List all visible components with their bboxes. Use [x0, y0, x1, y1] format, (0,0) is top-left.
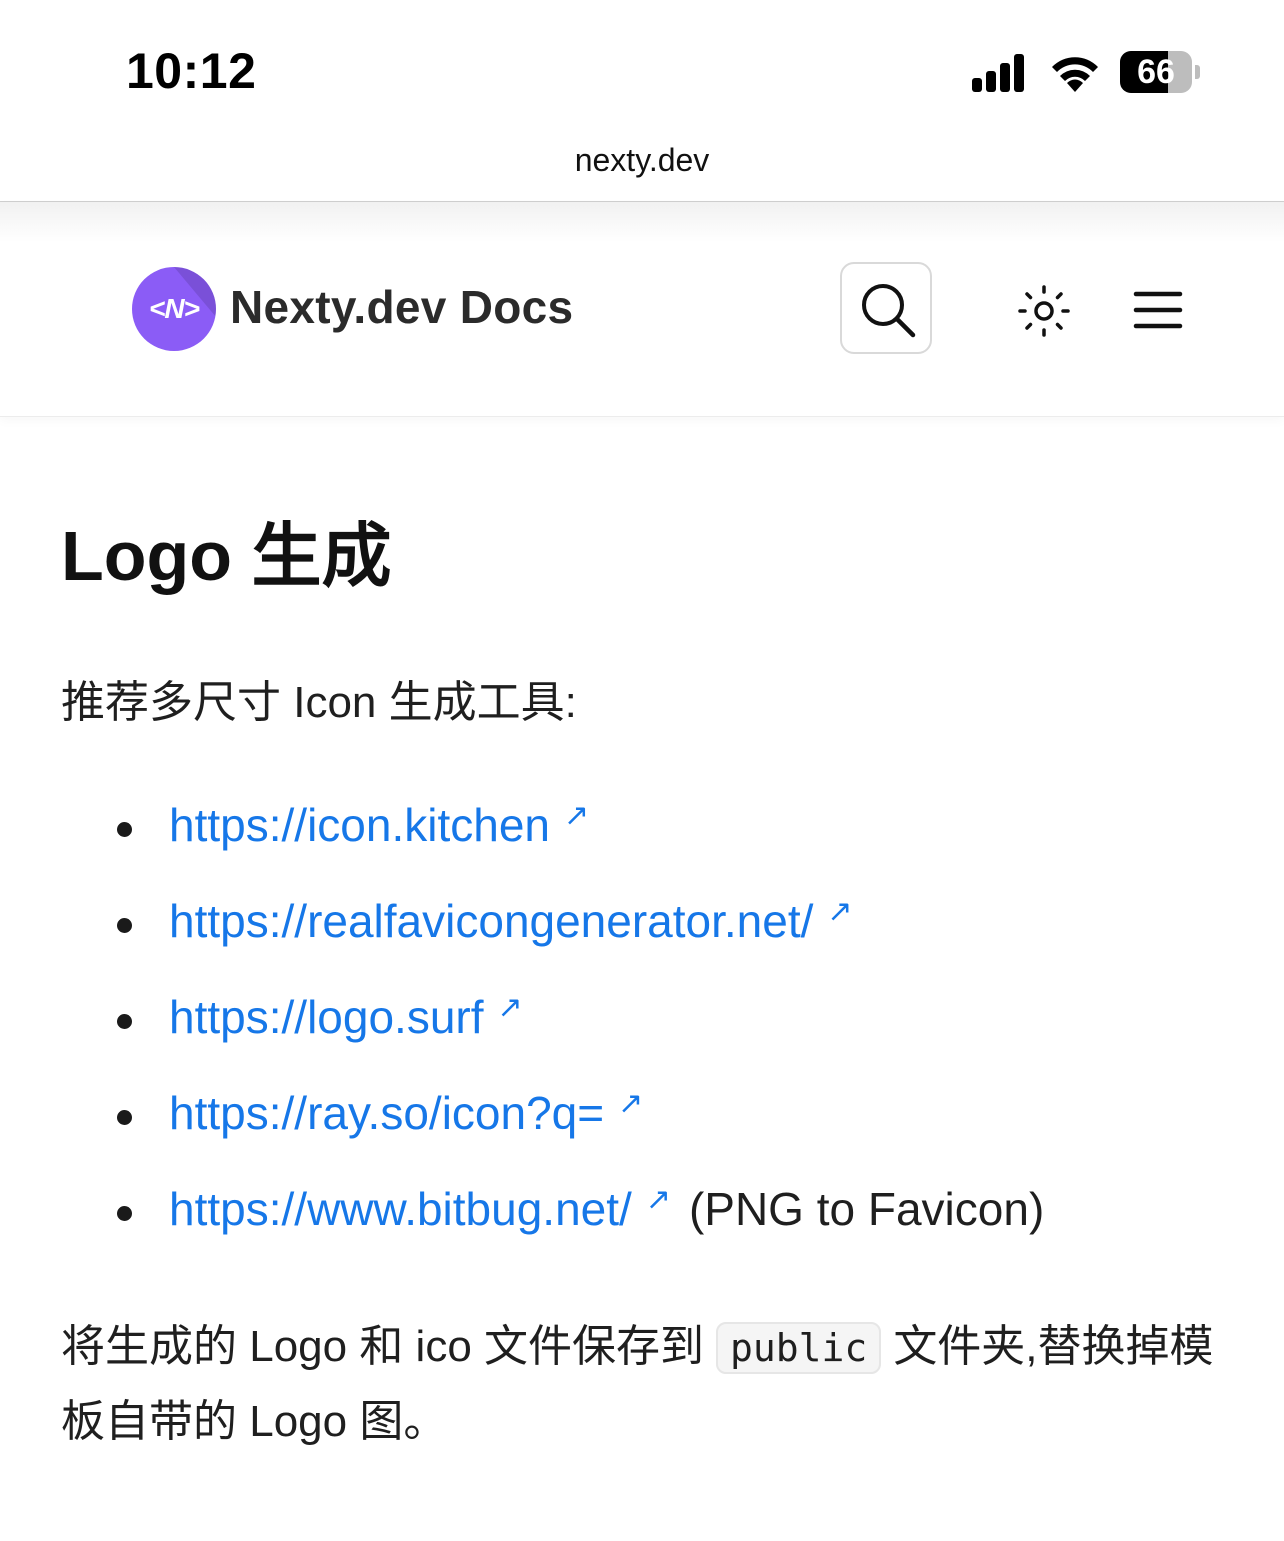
- bullet: [117, 1206, 132, 1221]
- external-link-icon: ↗: [563, 799, 590, 832]
- bullet: [117, 918, 132, 933]
- external-link-icon: ↗: [618, 1087, 644, 1120]
- search-icon: [862, 284, 916, 338]
- logo-text: <N>: [149, 293, 200, 324]
- battery-percent: 66: [1137, 53, 1175, 91]
- link-logo-surf[interactable]: https://logo.surf ↗: [169, 990, 523, 1044]
- cellular-signal-icon: [972, 54, 1024, 92]
- status-bar: 10:12 66: [0, 0, 1284, 130]
- link-icon-kitchen[interactable]: https://icon.kitchen ↗: [169, 798, 589, 852]
- wifi-icon: [1052, 57, 1098, 92]
- list-item: https://www.bitbug.net/↗ (PNG to Favicon): [0, 1174, 1284, 1270]
- list-item: https://realfavicongenerator.net/↗: [0, 886, 1284, 982]
- list-item: https://logo.surf ↗: [0, 982, 1284, 1078]
- code-public: public: [716, 1322, 882, 1374]
- search-button[interactable]: [840, 262, 932, 354]
- site-header: <N> Nexty.dev Docs: [0, 202, 1284, 417]
- external-link-icon: ↗: [497, 991, 523, 1024]
- status-time: 10:12: [126, 43, 257, 99]
- link-list: https://icon.kitchen ↗ https://realfavico…: [0, 790, 1284, 1270]
- list-item: https://icon.kitchen ↗: [0, 790, 1284, 886]
- list-item: https://ray.so/icon?q= ↗: [0, 1078, 1284, 1174]
- hamburger-menu-icon[interactable]: [1133, 288, 1183, 332]
- battery-indicator: 66: [1120, 51, 1200, 93]
- instruction-paragraph: 将生成的 Logo 和 ico 文件保存到 public 文件夹,替换掉模板自带的 …: [61, 1322, 1214, 1446]
- browser-url[interactable]: nexty.dev: [0, 130, 1284, 200]
- site-logo[interactable]: <N>: [132, 267, 216, 351]
- link-note: (PNG to Favicon): [688, 1183, 1045, 1235]
- bullet: [117, 1110, 132, 1125]
- site-title[interactable]: Nexty.dev Docs: [230, 280, 573, 334]
- link-realfavicongenerator[interactable]: https://realfavicongenerator.net/↗: [169, 894, 853, 948]
- bullet: [117, 1014, 132, 1029]
- link-ray-so[interactable]: https://ray.so/icon?q= ↗: [169, 1086, 643, 1140]
- link-bitbug[interactable]: https://www.bitbug.net/↗: [169, 1183, 671, 1235]
- external-link-icon: ↗: [827, 895, 853, 928]
- page-title: Logo 生成: [61, 517, 392, 595]
- intro-text: 推荐多尺寸 Icon 生成工具:: [61, 678, 577, 727]
- sun-icon[interactable]: [1018, 285, 1070, 337]
- bullet: [117, 822, 132, 837]
- external-link-icon: ↗: [645, 1183, 671, 1216]
